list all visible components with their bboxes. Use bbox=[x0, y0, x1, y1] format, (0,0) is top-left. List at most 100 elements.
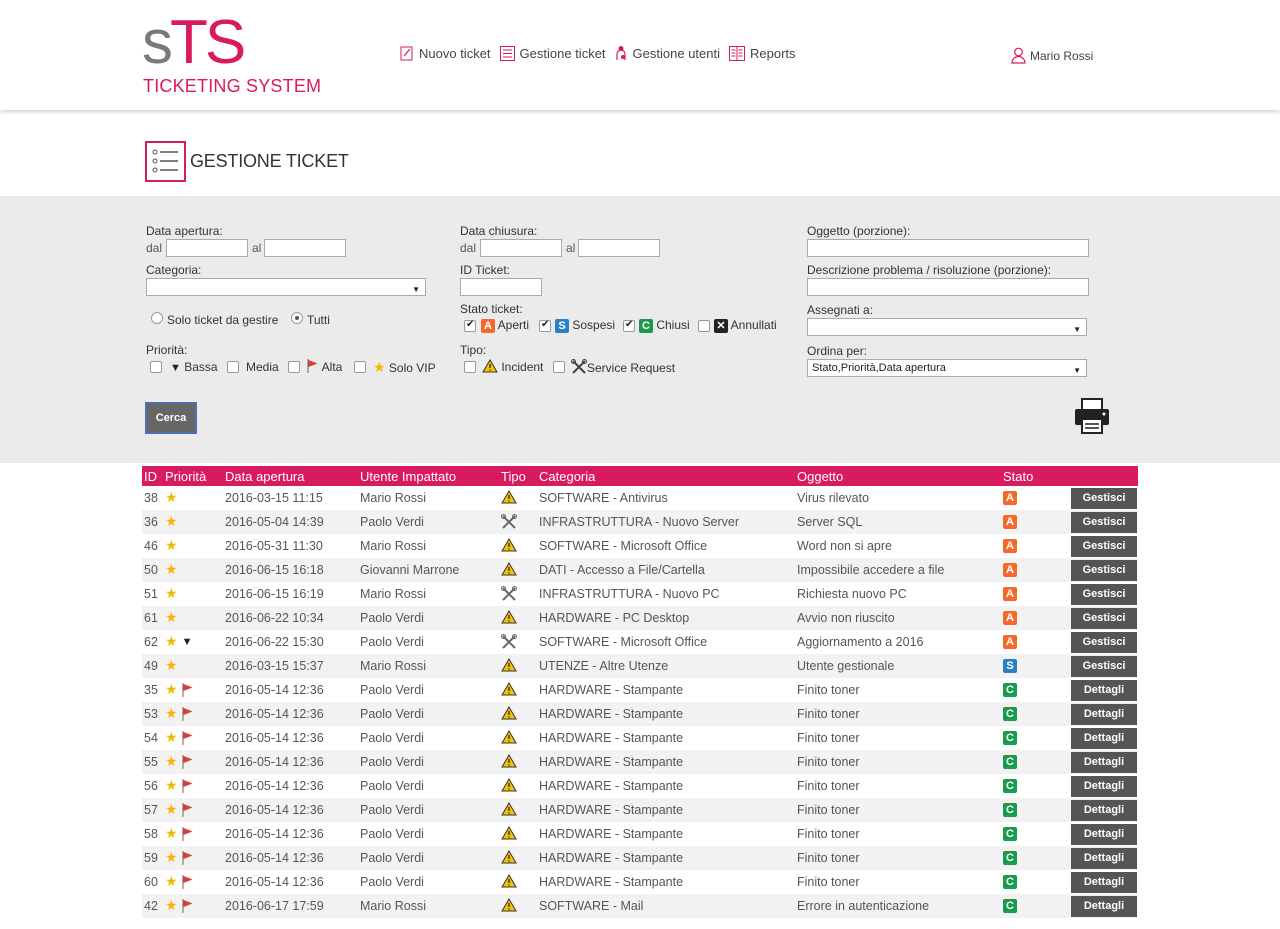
bassa-checkbox[interactable] bbox=[150, 361, 162, 373]
warning-icon bbox=[501, 874, 517, 891]
categoria-select[interactable]: ▼ bbox=[146, 278, 426, 296]
cell-oggetto: Aggiornamento a 2016 bbox=[797, 635, 924, 649]
col-priorita[interactable]: Priorità bbox=[165, 469, 206, 484]
status-badge: S bbox=[1003, 658, 1017, 673]
assegnati-select[interactable]: ▼ bbox=[807, 318, 1087, 336]
dettagli-button[interactable]: Dettagli bbox=[1071, 824, 1137, 845]
cerca-button[interactable]: Cerca bbox=[145, 402, 197, 434]
status-badge: A bbox=[1003, 538, 1017, 553]
cell-utente: Paolo Verdi bbox=[360, 635, 424, 649]
data-chiusura-al-input[interactable] bbox=[578, 239, 660, 257]
col-utente[interactable]: Utente Impattato bbox=[360, 469, 456, 484]
id-ticket-input[interactable] bbox=[460, 278, 542, 296]
sospesi-checkbox[interactable] bbox=[539, 319, 551, 332]
status-badge: A bbox=[1003, 514, 1017, 529]
dettagli-button[interactable]: Dettagli bbox=[1071, 800, 1137, 821]
logo-subtitle: TICKETING SYSTEM bbox=[143, 76, 322, 96]
service-request-label: Service Request bbox=[571, 359, 675, 375]
gestisci-button[interactable]: Gestisci bbox=[1071, 656, 1137, 677]
cell-utente: Mario Rossi bbox=[360, 587, 426, 601]
cell-priorita: ★ ▼ bbox=[165, 633, 192, 650]
status-badge: C bbox=[1003, 874, 1017, 889]
al-label: al bbox=[566, 241, 576, 255]
cell-data-apertura: 2016-06-15 16:19 bbox=[225, 587, 324, 601]
data-apertura-al-input[interactable] bbox=[264, 239, 346, 257]
col-data-apertura[interactable]: Data apertura bbox=[225, 469, 305, 484]
id-ticket-label: ID Ticket: bbox=[460, 263, 511, 277]
cell-utente: Paolo Verdi bbox=[360, 707, 424, 721]
dettagli-button[interactable]: Dettagli bbox=[1071, 680, 1137, 701]
col-oggetto[interactable]: Oggetto bbox=[797, 469, 843, 484]
sts-logo[interactable]: sTS TICKETING SYSTEM bbox=[142, 12, 321, 97]
solo-vip-checkbox[interactable] bbox=[354, 361, 366, 373]
dettagli-button[interactable]: Dettagli bbox=[1071, 704, 1137, 725]
col-tipo[interactable]: Tipo bbox=[501, 469, 526, 484]
dettagli-button[interactable]: Dettagli bbox=[1071, 752, 1137, 773]
annullati-checkbox[interactable] bbox=[698, 320, 710, 332]
dal-label: dal bbox=[146, 241, 163, 255]
gestisci-button[interactable]: Gestisci bbox=[1071, 608, 1137, 629]
dettagli-button[interactable]: Dettagli bbox=[1071, 872, 1137, 893]
stato-ticket-label: Stato ticket: bbox=[460, 302, 523, 316]
page-title-row: GESTIONE TICKET bbox=[145, 141, 349, 182]
col-id[interactable]: ID bbox=[144, 469, 157, 484]
cell-utente: Paolo Verdi bbox=[360, 803, 424, 817]
nav-gestione-utenti[interactable]: Gestione utenti bbox=[615, 45, 720, 61]
cell-id: 53 bbox=[144, 707, 158, 721]
gestisci-button[interactable]: Gestisci bbox=[1071, 632, 1137, 653]
gestisci-button[interactable]: Gestisci bbox=[1071, 584, 1137, 605]
ordina-per-select[interactable]: Stato,Priorità,Data apertura ▼ bbox=[807, 359, 1087, 377]
cell-priorita: ★ bbox=[165, 657, 178, 674]
descrizione-label: Descrizione problema / risoluzione (porz… bbox=[807, 263, 1052, 277]
dettagli-button[interactable]: Dettagli bbox=[1071, 848, 1137, 869]
cell-categoria: SOFTWARE - Mail bbox=[539, 899, 644, 913]
star-icon: ★ bbox=[165, 561, 178, 577]
user-menu[interactable]: Mario Rossi bbox=[1011, 47, 1093, 64]
nav-reports[interactable]: Reports bbox=[729, 45, 796, 61]
descrizione-input[interactable] bbox=[807, 278, 1089, 296]
col-categoria[interactable]: Categoria bbox=[539, 469, 595, 484]
oggetto-input[interactable] bbox=[807, 239, 1089, 257]
cell-id: 51 bbox=[144, 587, 158, 601]
status-open-icon: A bbox=[1003, 587, 1017, 601]
dettagli-button[interactable]: Dettagli bbox=[1071, 776, 1137, 797]
dettagli-button[interactable]: Dettagli bbox=[1071, 896, 1137, 917]
gestisci-button[interactable]: Gestisci bbox=[1071, 536, 1137, 557]
tutti-radio[interactable] bbox=[291, 312, 303, 324]
cell-categoria: UTENZE - Altre Utenze bbox=[539, 659, 669, 673]
media-checkbox[interactable] bbox=[227, 361, 239, 373]
cell-id: 54 bbox=[144, 731, 158, 745]
cell-utente: Giovanni Marrone bbox=[360, 563, 460, 577]
cell-categoria: INFRASTRUTTURA - Nuovo Server bbox=[539, 515, 740, 529]
page-title: GESTIONE TICKET bbox=[190, 151, 349, 171]
alta-checkbox[interactable] bbox=[288, 361, 300, 373]
service-request-checkbox[interactable] bbox=[553, 361, 565, 373]
data-chiusura-dal-input[interactable] bbox=[480, 239, 562, 257]
nav-gestione-ticket[interactable]: Gestione ticket bbox=[499, 45, 606, 61]
print-icon[interactable] bbox=[1073, 397, 1111, 440]
flag-icon bbox=[307, 359, 318, 373]
status-badge: C bbox=[1003, 730, 1017, 745]
gestisci-button[interactable]: Gestisci bbox=[1071, 560, 1137, 581]
gestisci-button[interactable]: Gestisci bbox=[1071, 488, 1137, 509]
cell-oggetto: Finito toner bbox=[797, 875, 860, 889]
chiusi-checkbox[interactable] bbox=[623, 319, 635, 332]
status-badge: C bbox=[1003, 682, 1017, 697]
flag-icon bbox=[182, 850, 194, 865]
gestisci-button[interactable]: Gestisci bbox=[1071, 512, 1137, 533]
categoria-label: Categoria: bbox=[146, 263, 202, 277]
table-row: 53 ★ 2016-05-14 12:36 Paolo Verdi HARDWARE -… bbox=[142, 702, 1138, 726]
warning-icon bbox=[501, 562, 517, 579]
alta-label: Alta bbox=[307, 359, 342, 374]
user-icon bbox=[1011, 47, 1026, 64]
cell-utente: Paolo Verdi bbox=[360, 851, 424, 865]
col-stato[interactable]: Stato bbox=[1003, 469, 1033, 484]
incident-checkbox[interactable] bbox=[464, 361, 476, 373]
dettagli-button[interactable]: Dettagli bbox=[1071, 728, 1137, 749]
nav-nuovo-ticket[interactable]: Nuovo ticket bbox=[400, 45, 491, 61]
warning-icon bbox=[482, 359, 498, 373]
cell-categoria: DATI - Accesso a File/Cartella bbox=[539, 563, 705, 577]
aperti-checkbox[interactable] bbox=[464, 319, 476, 332]
solo-gestire-radio[interactable] bbox=[151, 312, 163, 324]
data-apertura-dal-input[interactable] bbox=[166, 239, 248, 257]
